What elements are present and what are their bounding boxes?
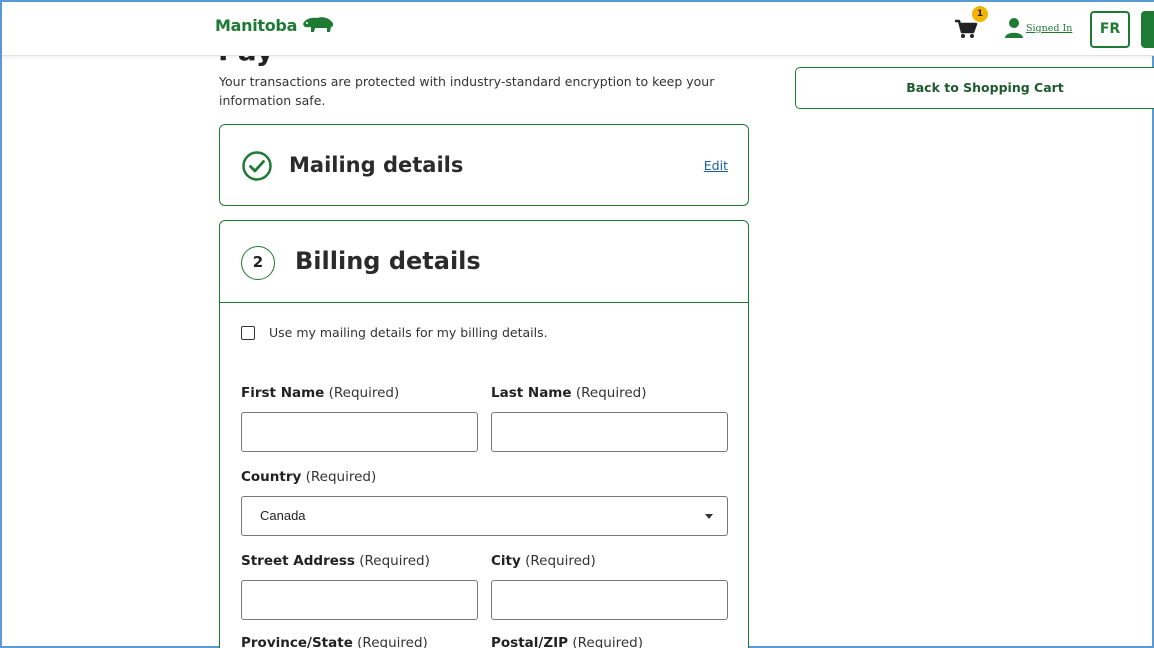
street-address-label: Street Address (Required) [241,553,430,569]
checkmark-circle-icon [242,151,272,181]
country-select[interactable]: Canada [241,496,728,536]
page-heading: Pay [218,56,338,66]
shopping-cart-icon[interactable] [954,18,978,40]
street-address-input[interactable] [241,580,478,620]
postal-zip-label: Postal/ZIP (Required) [491,635,643,648]
mailing-details-card: Mailing details Edit [219,124,749,206]
use-mailing-option[interactable]: Use my mailing details for my billing de… [241,325,548,340]
logo-text: Manitoba [215,15,298,35]
user-icon[interactable] [1004,17,1024,39]
billing-details-card: 2 Billing details Use my mailing details… [219,220,749,648]
menu-button[interactable] [1141,11,1154,48]
back-to-shopping-cart-button[interactable]: Back to Shopping Cart [795,67,1154,109]
cart-count-badge: 1 [972,6,988,22]
language-toggle-button[interactable]: FR [1090,11,1130,48]
last-name-input[interactable] [491,412,728,452]
first-name-input[interactable] [241,412,478,452]
billing-details-title: Billing details [295,247,481,275]
mailing-details-title: Mailing details [289,153,464,177]
city-input[interactable] [491,580,728,620]
billing-details-header: 2 Billing details [220,221,748,303]
country-select-value: Canada [260,508,306,523]
step-number: 2 [241,246,275,280]
edit-mailing-link[interactable]: Edit [704,158,728,173]
security-notice: Your transactions are protected with ind… [219,74,715,108]
bison-icon [303,17,334,32]
country-label: Country (Required) [241,469,377,485]
use-mailing-label: Use my mailing details for my billing de… [269,325,548,340]
first-name-label: First Name (Required) [241,385,400,401]
province-state-label: Province/State (Required) [241,635,428,648]
signed-in-link[interactable]: Signed In [1026,23,1072,34]
manitoba-logo[interactable]: Manitoba [215,15,335,35]
last-name-label: Last Name (Required) [491,385,647,401]
use-mailing-checkbox[interactable] [241,325,255,340]
dropdown-caret-icon [705,514,713,519]
site-header: Manitoba 1 Signed In FR [2,2,1154,56]
city-label: City (Required) [491,553,596,569]
